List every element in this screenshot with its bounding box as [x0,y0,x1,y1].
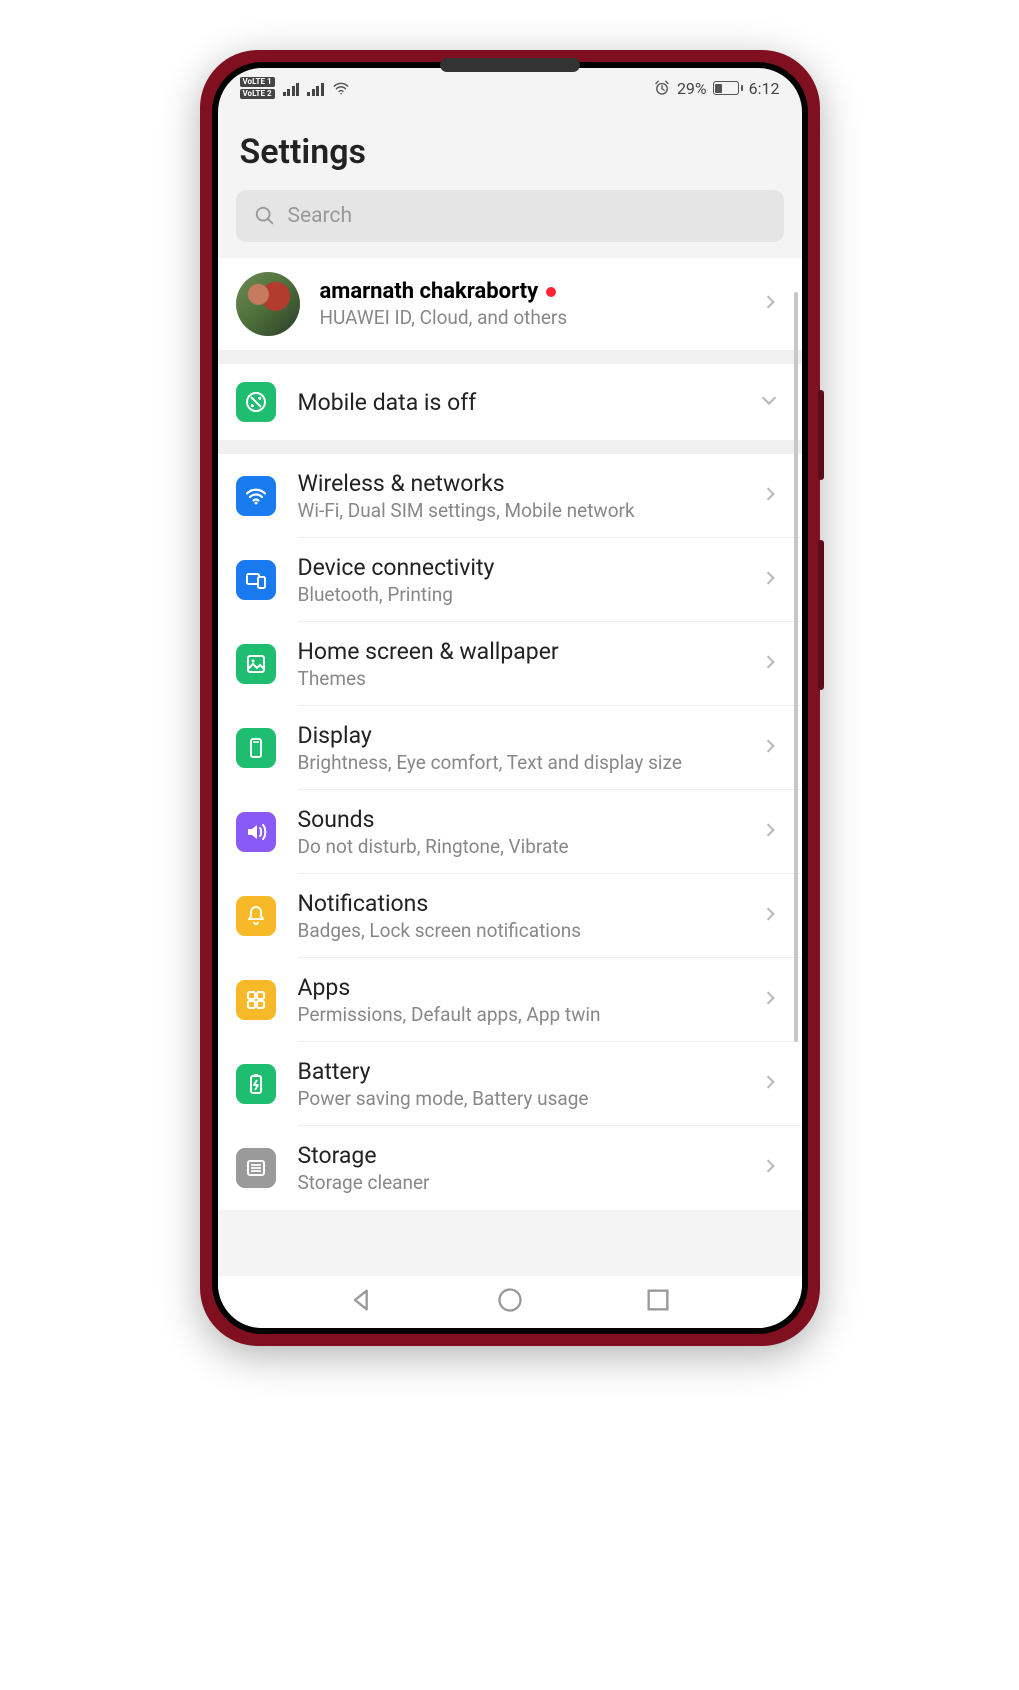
notification-dot-icon [546,287,556,297]
storage-icon [236,1148,276,1188]
account-row[interactable]: amarnath chakraborty HUAWEI ID, Cloud, a… [218,258,802,350]
wifi-icon [332,79,350,97]
item-subtitle: Storage cleaner [298,1171,738,1194]
avatar [236,272,300,336]
signal2-icon [307,81,324,96]
item-title: Storage [298,1142,738,1169]
search-placeholder: Search [288,204,353,228]
battery-pct: 29% [677,79,707,98]
chevron-right-icon [760,820,780,844]
wallpaper-icon [236,644,276,684]
item-subtitle: Do not disturb, Ringtone, Vibrate [298,835,738,858]
chevron-down-icon [758,389,780,415]
phone-notch [440,58,580,72]
search-input[interactable]: Search [236,190,784,242]
item-title: Display [298,722,738,749]
item-title: Notifications [298,890,738,917]
chevron-right-icon [760,736,780,760]
devices-icon [236,560,276,600]
item-subtitle: Themes [298,667,738,690]
item-subtitle: Badges, Lock screen notifications [298,919,738,942]
scrollbar[interactable] [794,292,798,1042]
chevron-right-icon [760,1072,780,1096]
apps-icon [236,980,276,1020]
item-title: Apps [298,974,738,1001]
phone-frame: VoLTE 1 VoLTE 2 29% 6:12 Settings [200,50,820,1346]
sound-icon [236,812,276,852]
account-name: amarnath chakraborty [320,279,539,304]
item-subtitle: Wi-Fi, Dual SIM settings, Mobile network [298,499,738,522]
chevron-right-icon [760,292,780,316]
chevron-right-icon [760,484,780,508]
item-subtitle: Brightness, Eye comfort, Text and displa… [298,751,738,774]
content-area: Settings Search amarnath chakraborty HUA… [218,102,802,1276]
recents-button[interactable] [644,1286,672,1318]
page-header: Settings [218,102,802,190]
status-bar: VoLTE 1 VoLTE 2 29% 6:12 [218,68,802,102]
settings-item-home-wallpaper[interactable]: Home screen & wallpaper Themes [218,622,802,706]
chevron-right-icon [760,904,780,928]
settings-item-wireless[interactable]: Wireless & networks Wi-Fi, Dual SIM sett… [218,454,802,538]
settings-item-notifications[interactable]: Notifications Badges, Lock screen notifi… [218,874,802,958]
chevron-right-icon [760,652,780,676]
display-icon [236,728,276,768]
signal1-icon [283,81,300,96]
volte1-indicator: VoLTE 1 [240,77,275,87]
settings-item-sounds[interactable]: Sounds Do not disturb, Ringtone, Vibrate [218,790,802,874]
search-icon [254,205,276,227]
battery-icon [713,81,743,95]
settings-item-display[interactable]: Display Brightness, Eye comfort, Text an… [218,706,802,790]
account-subtitle: HUAWEI ID, Cloud, and others [320,306,740,329]
battery-tile-icon [236,1064,276,1104]
item-subtitle: Power saving mode, Battery usage [298,1087,738,1110]
settings-item-battery[interactable]: Battery Power saving mode, Battery usage [218,1042,802,1126]
item-title: Device connectivity [298,554,738,581]
item-subtitle: Bluetooth, Printing [298,583,738,606]
volte2-indicator: VoLTE 2 [240,89,275,99]
chevron-right-icon [760,1156,780,1180]
settings-item-apps[interactable]: Apps Permissions, Default apps, App twin [218,958,802,1042]
power-button [818,540,824,690]
chevron-right-icon [760,988,780,1012]
item-title: Home screen & wallpaper [298,638,738,665]
page-title: Settings [240,132,780,172]
wifi-tile-icon [236,476,276,516]
item-title: Sounds [298,806,738,833]
volume-button [818,390,824,480]
chevron-right-icon [760,568,780,592]
settings-item-device-connectivity[interactable]: Device connectivity Bluetooth, Printing [218,538,802,622]
alarm-icon [653,79,671,97]
mobile-data-row[interactable]: Mobile data is off [218,364,802,440]
back-button[interactable] [348,1286,376,1318]
mobile-data-icon [236,382,276,422]
mobile-data-label: Mobile data is off [298,389,736,416]
settings-item-storage[interactable]: Storage Storage cleaner [218,1126,802,1210]
android-nav-bar [218,1276,802,1328]
bell-icon [236,896,276,936]
item-title: Battery [298,1058,738,1085]
item-title: Wireless & networks [298,470,738,497]
home-button[interactable] [496,1286,524,1318]
item-subtitle: Permissions, Default apps, App twin [298,1003,738,1026]
clock: 6:12 [749,79,780,98]
